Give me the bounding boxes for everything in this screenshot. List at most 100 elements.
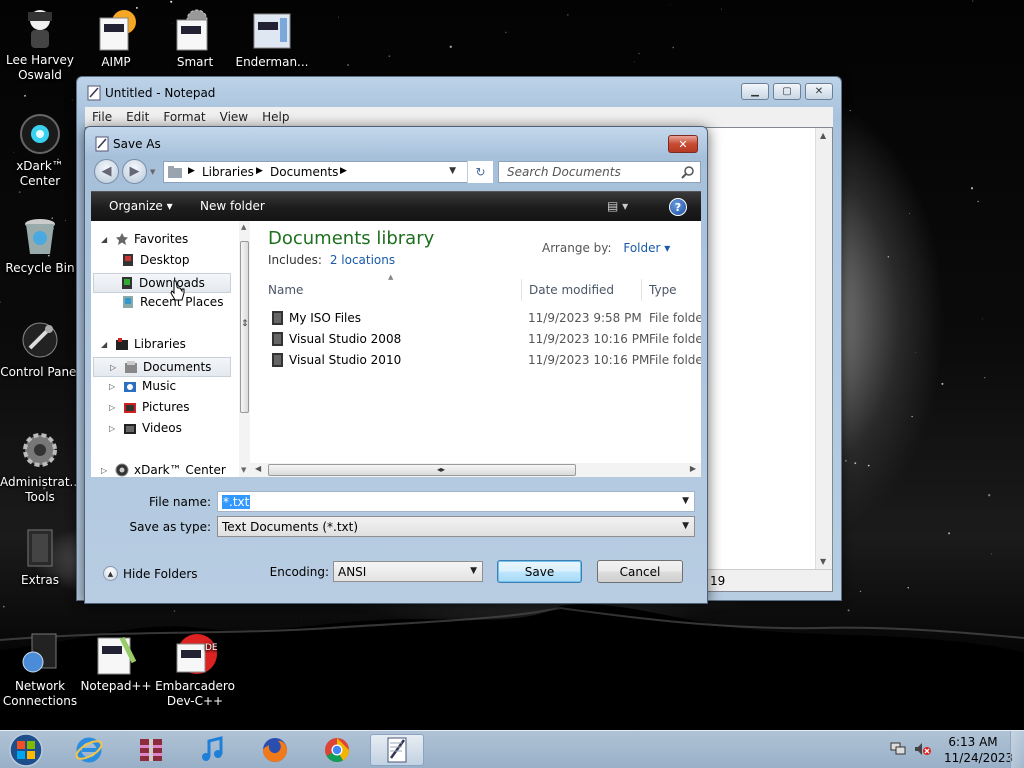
desktop-icon-lee-harvey-oswald[interactable]: Lee Harvey Oswald	[0, 6, 80, 83]
nav-pictures[interactable]: ▷ Pictures	[109, 400, 190, 414]
hide-folders-button[interactable]: ▲ Hide Folders	[103, 566, 198, 581]
address-dropdown-icon[interactable]: ▼	[449, 166, 456, 176]
nav-music[interactable]: ▷ Music	[109, 379, 176, 393]
nav-videos[interactable]: ▷ Videos	[109, 421, 182, 435]
expand-icon[interactable]: ▷	[109, 382, 118, 391]
volume-muted-icon[interactable]	[914, 742, 932, 756]
help-button[interactable]: ?	[669, 198, 687, 216]
folder-icon	[272, 332, 283, 346]
column-header-date-modified[interactable]: Date modified	[529, 281, 614, 303]
collapse-icon[interactable]: ◢	[101, 340, 110, 349]
arrange-by-dropdown[interactable]: Folder ▾	[623, 241, 670, 255]
file-row[interactable]: My ISO Files 11/9/2023 9:58 PM File fold…	[268, 309, 701, 328]
refresh-button[interactable]: ↻	[467, 161, 493, 183]
desktop-icon-xdark-center[interactable]: xDark™ Center	[0, 112, 80, 189]
column-divider[interactable]	[641, 279, 642, 301]
encoding-select[interactable]: ANSI ▼	[333, 561, 483, 582]
menu-help[interactable]: Help	[255, 107, 296, 127]
desktop-icon-aimp[interactable]: AIMP	[76, 8, 156, 70]
scroll-up-icon[interactable]: ▲	[241, 223, 246, 231]
locations-link[interactable]: 2 locations	[330, 253, 395, 267]
show-desktop-button[interactable]	[1010, 731, 1024, 768]
system-clock[interactable]: 6:13 AM 11/24/2023	[944, 734, 1013, 766]
nav-desktop[interactable]: Desktop	[121, 253, 190, 267]
column-header-type[interactable]: Type	[649, 281, 677, 303]
expand-icon[interactable]: ▷	[101, 466, 110, 475]
horizontal-scrollbar[interactable]: ◀ ◂▸ ▶	[250, 463, 701, 477]
desktop-icon-enderman[interactable]: Enderman...	[232, 8, 312, 70]
taskbar-chrome[interactable]	[310, 734, 364, 766]
taskbar-notepad[interactable]	[370, 734, 424, 766]
chevron-down-icon[interactable]: ▼	[682, 521, 689, 531]
file-name-input[interactable]: *.txt ▼	[217, 491, 695, 512]
nav-downloads[interactable]: Downloads	[93, 273, 231, 293]
address-bar[interactable]: ▶ Libraries ▶ Documents ▶ ▼	[163, 161, 493, 183]
vertical-scrollbar[interactable]: ▲ ▼	[815, 128, 832, 569]
column-divider[interactable]	[521, 279, 522, 301]
views-button[interactable]: ▤ ▾	[607, 199, 628, 213]
recent-pages-dropdown-icon[interactable]: ▼	[150, 168, 155, 176]
menu-format[interactable]: Format	[156, 107, 212, 127]
scrollbar-thumb[interactable]: ◂▸	[268, 464, 576, 476]
desktop-icon-smart[interactable]: Smart	[155, 8, 235, 70]
close-button[interactable]: ✕	[668, 135, 698, 153]
breadcrumb-documents[interactable]: Documents	[270, 165, 338, 179]
chevron-down-icon[interactable]: ▼	[470, 566, 477, 576]
pictures-icon	[124, 403, 136, 413]
minimize-button[interactable]: ▁	[741, 83, 769, 100]
nav-libraries[interactable]: ◢ Libraries	[101, 337, 186, 351]
taskbar-firefox[interactable]	[248, 734, 302, 766]
breadcrumb-libraries[interactable]: Libraries	[202, 165, 254, 179]
save-button[interactable]: Save	[497, 560, 582, 583]
menu-view[interactable]: View	[213, 107, 255, 127]
scroll-down-icon[interactable]: ▼	[241, 466, 246, 474]
file-row[interactable]: Visual Studio 2010 11/9/2023 10:16 PM Fi…	[268, 351, 701, 370]
menu-edit[interactable]: Edit	[119, 107, 156, 127]
desktop-icon-notepad-plus-plus[interactable]: Notepad++	[76, 632, 156, 694]
file-list-pane[interactable]: Documents library Includes: 2 locations …	[250, 221, 701, 477]
back-button[interactable]: ◀	[94, 159, 119, 184]
nav-favorites[interactable]: ◢ Favorites	[101, 232, 188, 246]
expand-icon[interactable]: ▷	[110, 363, 119, 372]
desktop-icon-control-panel[interactable]: Control Panel	[0, 318, 80, 380]
taskbar-music-player[interactable]	[186, 734, 240, 766]
expand-icon[interactable]: ▷	[109, 403, 118, 412]
notepad-icon	[387, 737, 407, 763]
collapse-icon[interactable]: ◢	[101, 235, 110, 244]
breadcrumb-separator-icon[interactable]: ▶	[188, 166, 195, 176]
start-orb[interactable]	[6, 732, 46, 768]
nav-xdark-center[interactable]: ▷ xDark™ Center	[101, 463, 226, 477]
forward-button[interactable]: ▶	[122, 159, 147, 184]
search-input[interactable]: Search Documents	[498, 161, 701, 183]
file-row[interactable]: Visual Studio 2008 11/9/2023 10:16 PM Fi…	[268, 330, 701, 349]
maximize-button[interactable]: ▢	[773, 83, 801, 100]
menu-file[interactable]: File	[85, 107, 119, 127]
scroll-left-icon[interactable]: ◀	[255, 464, 261, 473]
network-tray-icon[interactable]	[890, 742, 906, 756]
scroll-right-icon[interactable]: ▶	[690, 464, 696, 473]
taskbar-winrar[interactable]	[124, 734, 178, 766]
navigation-pane[interactable]: ◢ Favorites Desktop Downloads Recent Pla…	[91, 221, 251, 477]
column-header-name[interactable]: Name	[268, 281, 303, 303]
breadcrumb-separator-icon[interactable]: ▶	[340, 166, 347, 176]
new-folder-button[interactable]: New folder	[200, 199, 265, 213]
close-button[interactable]: ✕	[805, 83, 833, 100]
scroll-down-icon[interactable]: ▼	[820, 557, 826, 566]
expand-icon[interactable]: ▷	[109, 424, 118, 433]
organize-button[interactable]: Organize ▾	[109, 199, 173, 213]
dialog-title: Save As	[113, 137, 161, 151]
desktop-icon-embarcadero-dev-cpp[interactable]: DEV Embarcadero Dev-C++	[155, 632, 235, 709]
desktop-icon-extras[interactable]: Extras	[0, 526, 80, 588]
nav-documents[interactable]: ▷ Documents	[93, 357, 231, 377]
recycle-bin-icon	[18, 214, 62, 258]
desktop-icon-recycle-bin[interactable]: Recycle Bin	[0, 214, 80, 276]
desktop-icon-network-connections[interactable]: Network Connections	[0, 632, 80, 709]
cancel-button[interactable]: Cancel	[597, 560, 683, 583]
breadcrumb-separator-icon[interactable]: ▶	[256, 166, 263, 176]
save-as-type-select[interactable]: Text Documents (*.txt) ▼	[217, 516, 695, 537]
scroll-up-icon[interactable]: ▲	[820, 131, 826, 140]
taskbar-internet-explorer[interactable]	[62, 734, 116, 766]
chevron-down-icon[interactable]: ▼	[682, 496, 689, 506]
desktop-icon-administrative-tools[interactable]: Administrat... Tools	[0, 428, 81, 505]
save-as-dialog[interactable]: Save As ✕ ◀ ▶ ▼ ▶ Libraries ▶ Documents …	[84, 126, 708, 604]
